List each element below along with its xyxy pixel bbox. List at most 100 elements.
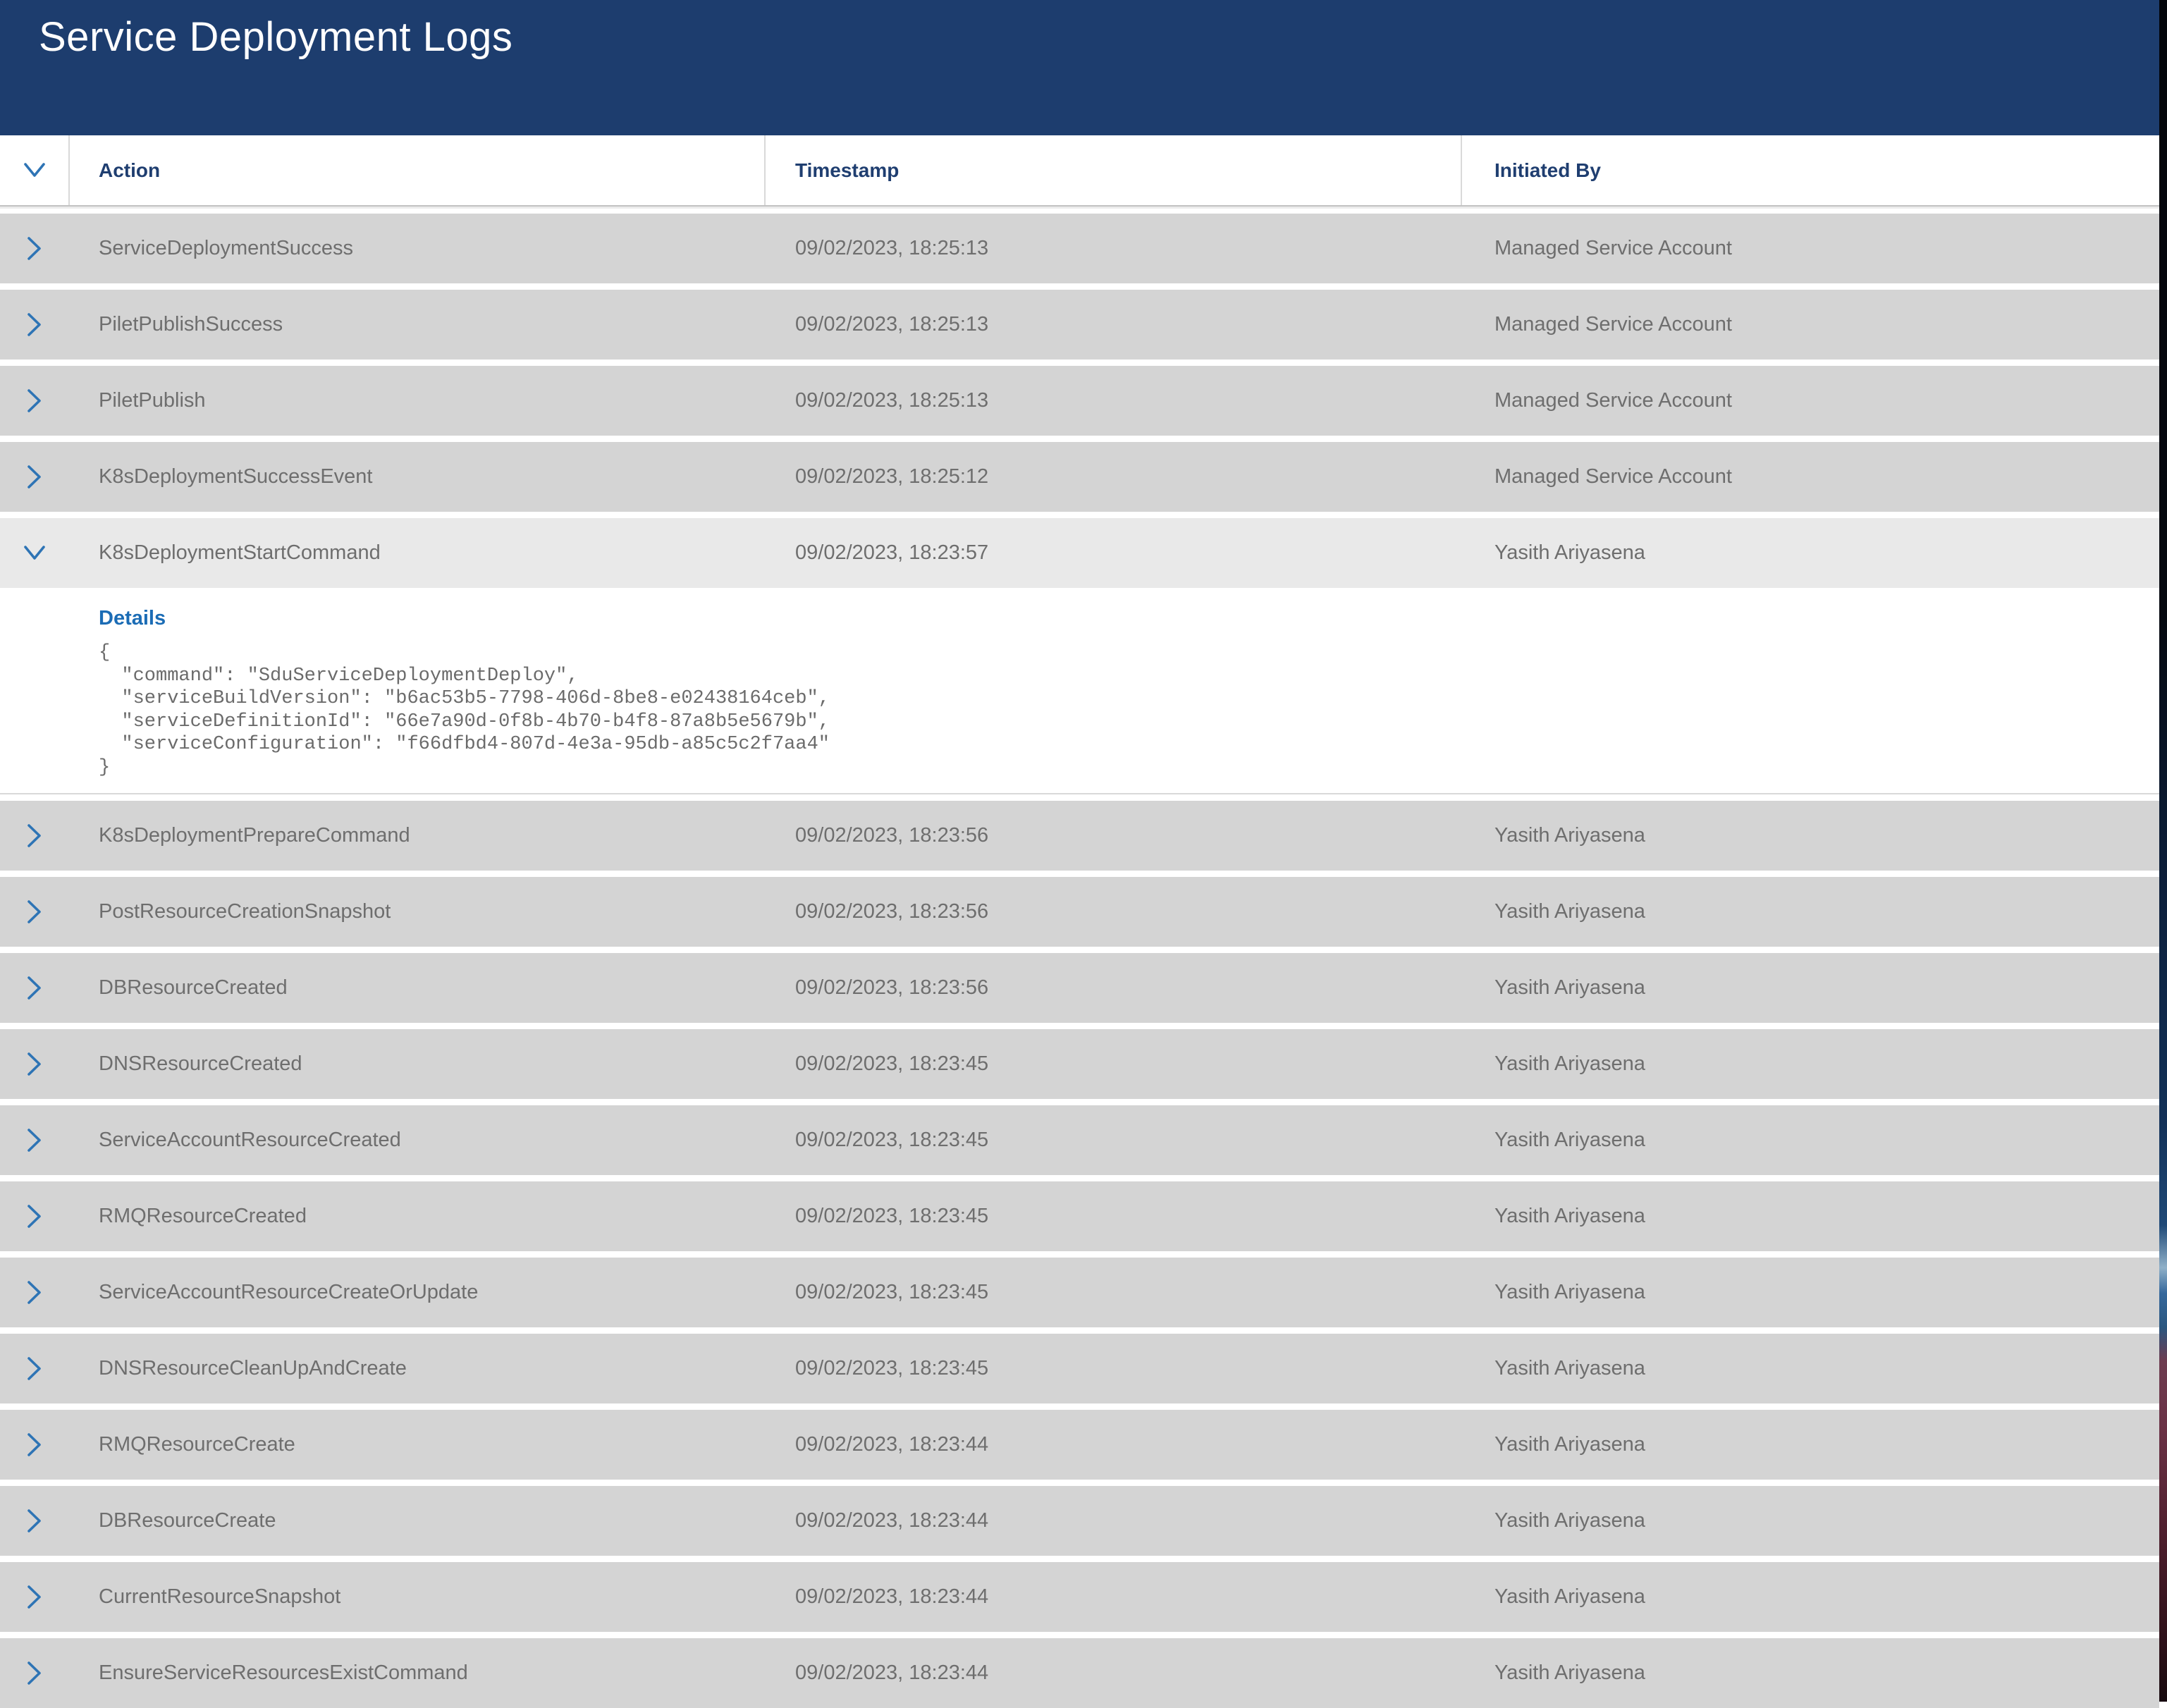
row-expand-toggle[interactable] xyxy=(0,1258,68,1327)
row-expand-toggle[interactable] xyxy=(0,1105,68,1175)
row-expand-toggle[interactable] xyxy=(0,1486,68,1556)
initiated-by-cell: Yasith Ariyasena xyxy=(1494,1486,1645,1556)
row-expand-toggle[interactable] xyxy=(0,1562,68,1632)
log-row[interactable]: PiletPublish 09/02/2023, 18:25:13 Manage… xyxy=(0,366,2159,436)
chevron-right-icon xyxy=(25,1508,43,1534)
initiated-by-cell: Yasith Ariyasena xyxy=(1494,518,1645,588)
initiated-by-cell: Managed Service Account xyxy=(1494,214,1732,283)
details-heading: Details xyxy=(99,606,2159,630)
action-cell: K8sDeploymentPrepareCommand xyxy=(99,801,410,871)
app-header: Service Deployment Logs xyxy=(0,0,2159,135)
chevron-down-icon xyxy=(23,161,47,179)
action-cell: PostResourceCreationSnapshot xyxy=(99,877,391,947)
action-cell: RMQResourceCreated xyxy=(99,1181,307,1251)
log-row[interactable]: DNSResourceCleanUpAndCreate 09/02/2023, … xyxy=(0,1334,2159,1403)
row-expand-toggle[interactable] xyxy=(0,214,68,283)
chevron-right-icon xyxy=(25,312,43,338)
log-row[interactable]: CurrentResourceSnapshot 09/02/2023, 18:2… xyxy=(0,1562,2159,1632)
chevron-right-icon xyxy=(25,1660,43,1686)
timestamp-cell: 09/02/2023, 18:23:57 xyxy=(795,518,988,588)
action-cell: DBResourceCreate xyxy=(99,1486,276,1556)
timestamp-cell: 09/02/2023, 18:23:44 xyxy=(795,1638,988,1708)
log-row[interactable]: RMQResourceCreate 09/02/2023, 18:23:44 Y… xyxy=(0,1410,2159,1480)
action-cell: EnsureServiceResourcesExistCommand xyxy=(99,1638,468,1708)
log-row[interactable]: ServiceDeploymentSuccess 09/02/2023, 18:… xyxy=(0,214,2159,283)
chevron-right-icon xyxy=(25,1051,43,1077)
row-expand-toggle[interactable] xyxy=(0,877,68,947)
initiated-by-cell: Managed Service Account xyxy=(1494,366,1732,436)
log-row[interactable]: RMQResourceCreated 09/02/2023, 18:23:45 … xyxy=(0,1181,2159,1251)
log-row[interactable]: DBResourceCreate 09/02/2023, 18:23:44 Ya… xyxy=(0,1486,2159,1556)
row-expand-toggle[interactable] xyxy=(0,1181,68,1251)
log-row[interactable]: DBResourceCreated 09/02/2023, 18:23:56 Y… xyxy=(0,953,2159,1023)
action-cell: K8sDeploymentSuccessEvent xyxy=(99,442,372,512)
timestamp-cell: 09/02/2023, 18:23:45 xyxy=(795,1181,988,1251)
log-row[interactable]: ServiceAccountResourceCreateOrUpdate 09/… xyxy=(0,1258,2159,1327)
action-cell: ServiceDeploymentSuccess xyxy=(99,214,353,283)
timestamp-cell: 09/02/2023, 18:23:45 xyxy=(795,1105,988,1175)
initiated-by-cell: Managed Service Account xyxy=(1494,290,1732,360)
collapse-all-button[interactable] xyxy=(0,135,68,205)
action-cell: DNSResourceCleanUpAndCreate xyxy=(99,1334,407,1403)
initiated-by-cell: Yasith Ariyasena xyxy=(1494,877,1645,947)
timestamp-cell: 09/02/2023, 18:23:45 xyxy=(795,1334,988,1403)
column-header-timestamp: Timestamp xyxy=(795,135,899,205)
chevron-right-icon xyxy=(25,975,43,1001)
log-row[interactable]: PiletPublishSuccess 09/02/2023, 18:25:13… xyxy=(0,290,2159,360)
initiated-by-cell: Yasith Ariyasena xyxy=(1494,1181,1645,1251)
action-cell: PiletPublishSuccess xyxy=(99,290,283,360)
table-header: Action Timestamp Initiated By xyxy=(0,135,2159,207)
initiated-by-cell: Yasith Ariyasena xyxy=(1494,1258,1645,1327)
action-cell: DBResourceCreated xyxy=(99,953,288,1023)
page-title: Service Deployment Logs xyxy=(39,14,2159,61)
log-row[interactable]: K8sDeploymentStartCommand 09/02/2023, 18… xyxy=(0,518,2159,588)
timestamp-cell: 09/02/2023, 18:23:44 xyxy=(795,1410,988,1480)
row-expand-toggle[interactable] xyxy=(0,1638,68,1708)
action-cell: ServiceAccountResourceCreateOrUpdate xyxy=(99,1258,478,1327)
timestamp-cell: 09/02/2023, 18:23:56 xyxy=(795,953,988,1023)
column-separator xyxy=(1461,135,1462,205)
desktop-background-strip xyxy=(2159,0,2167,1702)
row-expand-toggle[interactable] xyxy=(0,1334,68,1403)
row-expand-toggle[interactable] xyxy=(0,518,68,588)
action-cell: DNSResourceCreated xyxy=(99,1029,302,1099)
timestamp-cell: 09/02/2023, 18:25:13 xyxy=(795,366,988,436)
chevron-right-icon xyxy=(25,1356,43,1382)
row-details-panel: Details { "command": "SduServiceDeployme… xyxy=(0,588,2159,794)
initiated-by-cell: Yasith Ariyasena xyxy=(1494,1410,1645,1480)
log-row[interactable]: K8sDeploymentSuccessEvent 09/02/2023, 18… xyxy=(0,442,2159,512)
chevron-right-icon xyxy=(25,1279,43,1305)
chevron-right-icon xyxy=(25,823,43,849)
row-expand-toggle[interactable] xyxy=(0,366,68,436)
initiated-by-cell: Yasith Ariyasena xyxy=(1494,953,1645,1023)
initiated-by-cell: Yasith Ariyasena xyxy=(1494,1105,1645,1175)
action-cell: PiletPublish xyxy=(99,366,206,436)
action-cell: CurrentResourceSnapshot xyxy=(99,1562,340,1632)
chevron-right-icon xyxy=(25,1127,43,1153)
row-expand-toggle[interactable] xyxy=(0,290,68,360)
row-expand-toggle[interactable] xyxy=(0,801,68,871)
log-row[interactable]: PostResourceCreationSnapshot 09/02/2023,… xyxy=(0,877,2159,947)
column-separator xyxy=(68,135,70,205)
initiated-by-cell: Yasith Ariyasena xyxy=(1494,1638,1645,1708)
timestamp-cell: 09/02/2023, 18:23:56 xyxy=(795,877,988,947)
initiated-by-cell: Yasith Ariyasena xyxy=(1494,1334,1645,1403)
timestamp-cell: 09/02/2023, 18:23:44 xyxy=(795,1486,988,1556)
row-expand-toggle[interactable] xyxy=(0,1029,68,1099)
row-expand-toggle[interactable] xyxy=(0,442,68,512)
log-row[interactable]: K8sDeploymentPrepareCommand 09/02/2023, … xyxy=(0,801,2159,871)
timestamp-cell: 09/02/2023, 18:23:45 xyxy=(795,1029,988,1099)
chevron-right-icon xyxy=(25,899,43,925)
chevron-right-icon xyxy=(25,1203,43,1229)
details-json: { "command": "SduServiceDeploymentDeploy… xyxy=(99,641,2159,779)
log-row[interactable]: DNSResourceCreated 09/02/2023, 18:23:45 … xyxy=(0,1029,2159,1099)
chevron-right-icon xyxy=(25,388,43,414)
log-row[interactable]: ServiceAccountResourceCreated 09/02/2023… xyxy=(0,1105,2159,1175)
screen: Service Deployment Logs Action Timestamp… xyxy=(0,0,2167,1702)
timestamp-cell: 09/02/2023, 18:25:13 xyxy=(795,290,988,360)
row-expand-toggle[interactable] xyxy=(0,1410,68,1480)
action-cell: ServiceAccountResourceCreated xyxy=(99,1105,401,1175)
timestamp-cell: 09/02/2023, 18:25:13 xyxy=(795,214,988,283)
log-row[interactable]: EnsureServiceResourcesExistCommand 09/02… xyxy=(0,1638,2159,1708)
row-expand-toggle[interactable] xyxy=(0,953,68,1023)
